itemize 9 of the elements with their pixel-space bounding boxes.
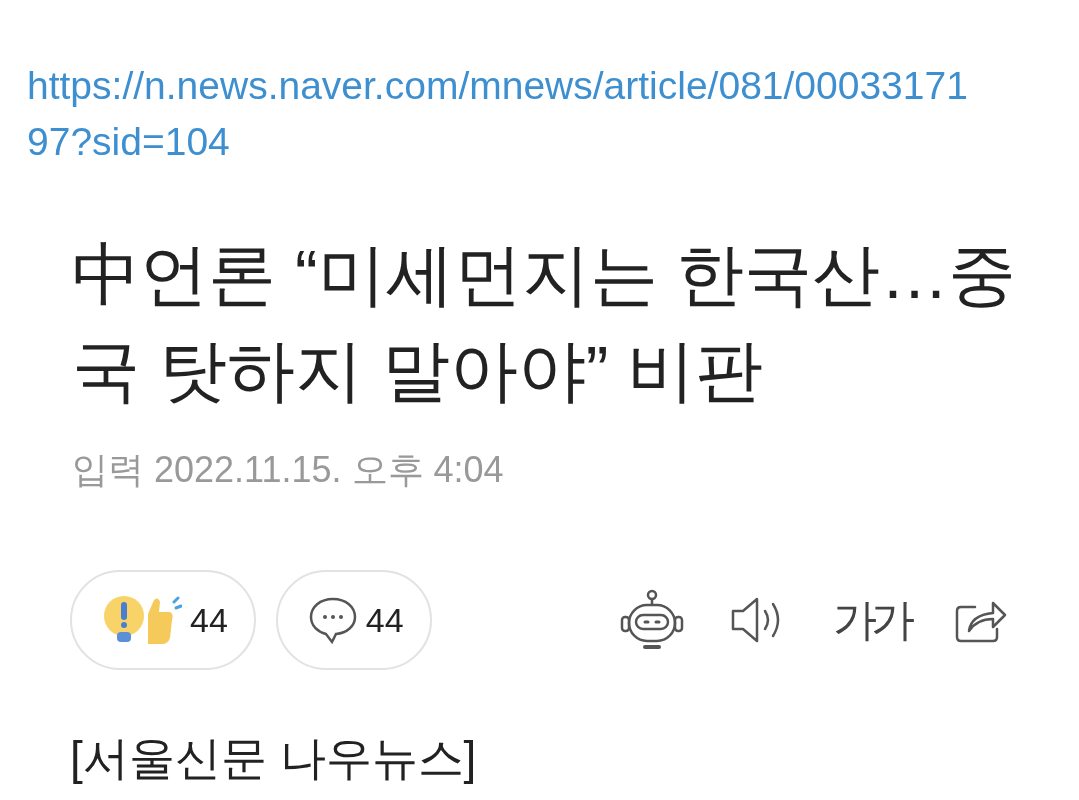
headline-line: 국 탓하지 말아야” 비판 bbox=[72, 331, 764, 410]
reaction-button[interactable]: 44 bbox=[70, 570, 256, 670]
font-size-button[interactable]: 가가 bbox=[833, 590, 909, 650]
source-label: [서울신문 나우뉴스] bbox=[70, 732, 477, 784]
comment-button[interactable]: 44 bbox=[275, 570, 432, 670]
robot-icon[interactable] bbox=[619, 589, 685, 651]
timestamp: 입력 2022.11.15. 오후 4:04 bbox=[72, 449, 504, 490]
headline-line: 中언론 “미세먼지는 한국산…중 bbox=[72, 235, 1017, 314]
speech-bubble-icon bbox=[307, 595, 358, 645]
